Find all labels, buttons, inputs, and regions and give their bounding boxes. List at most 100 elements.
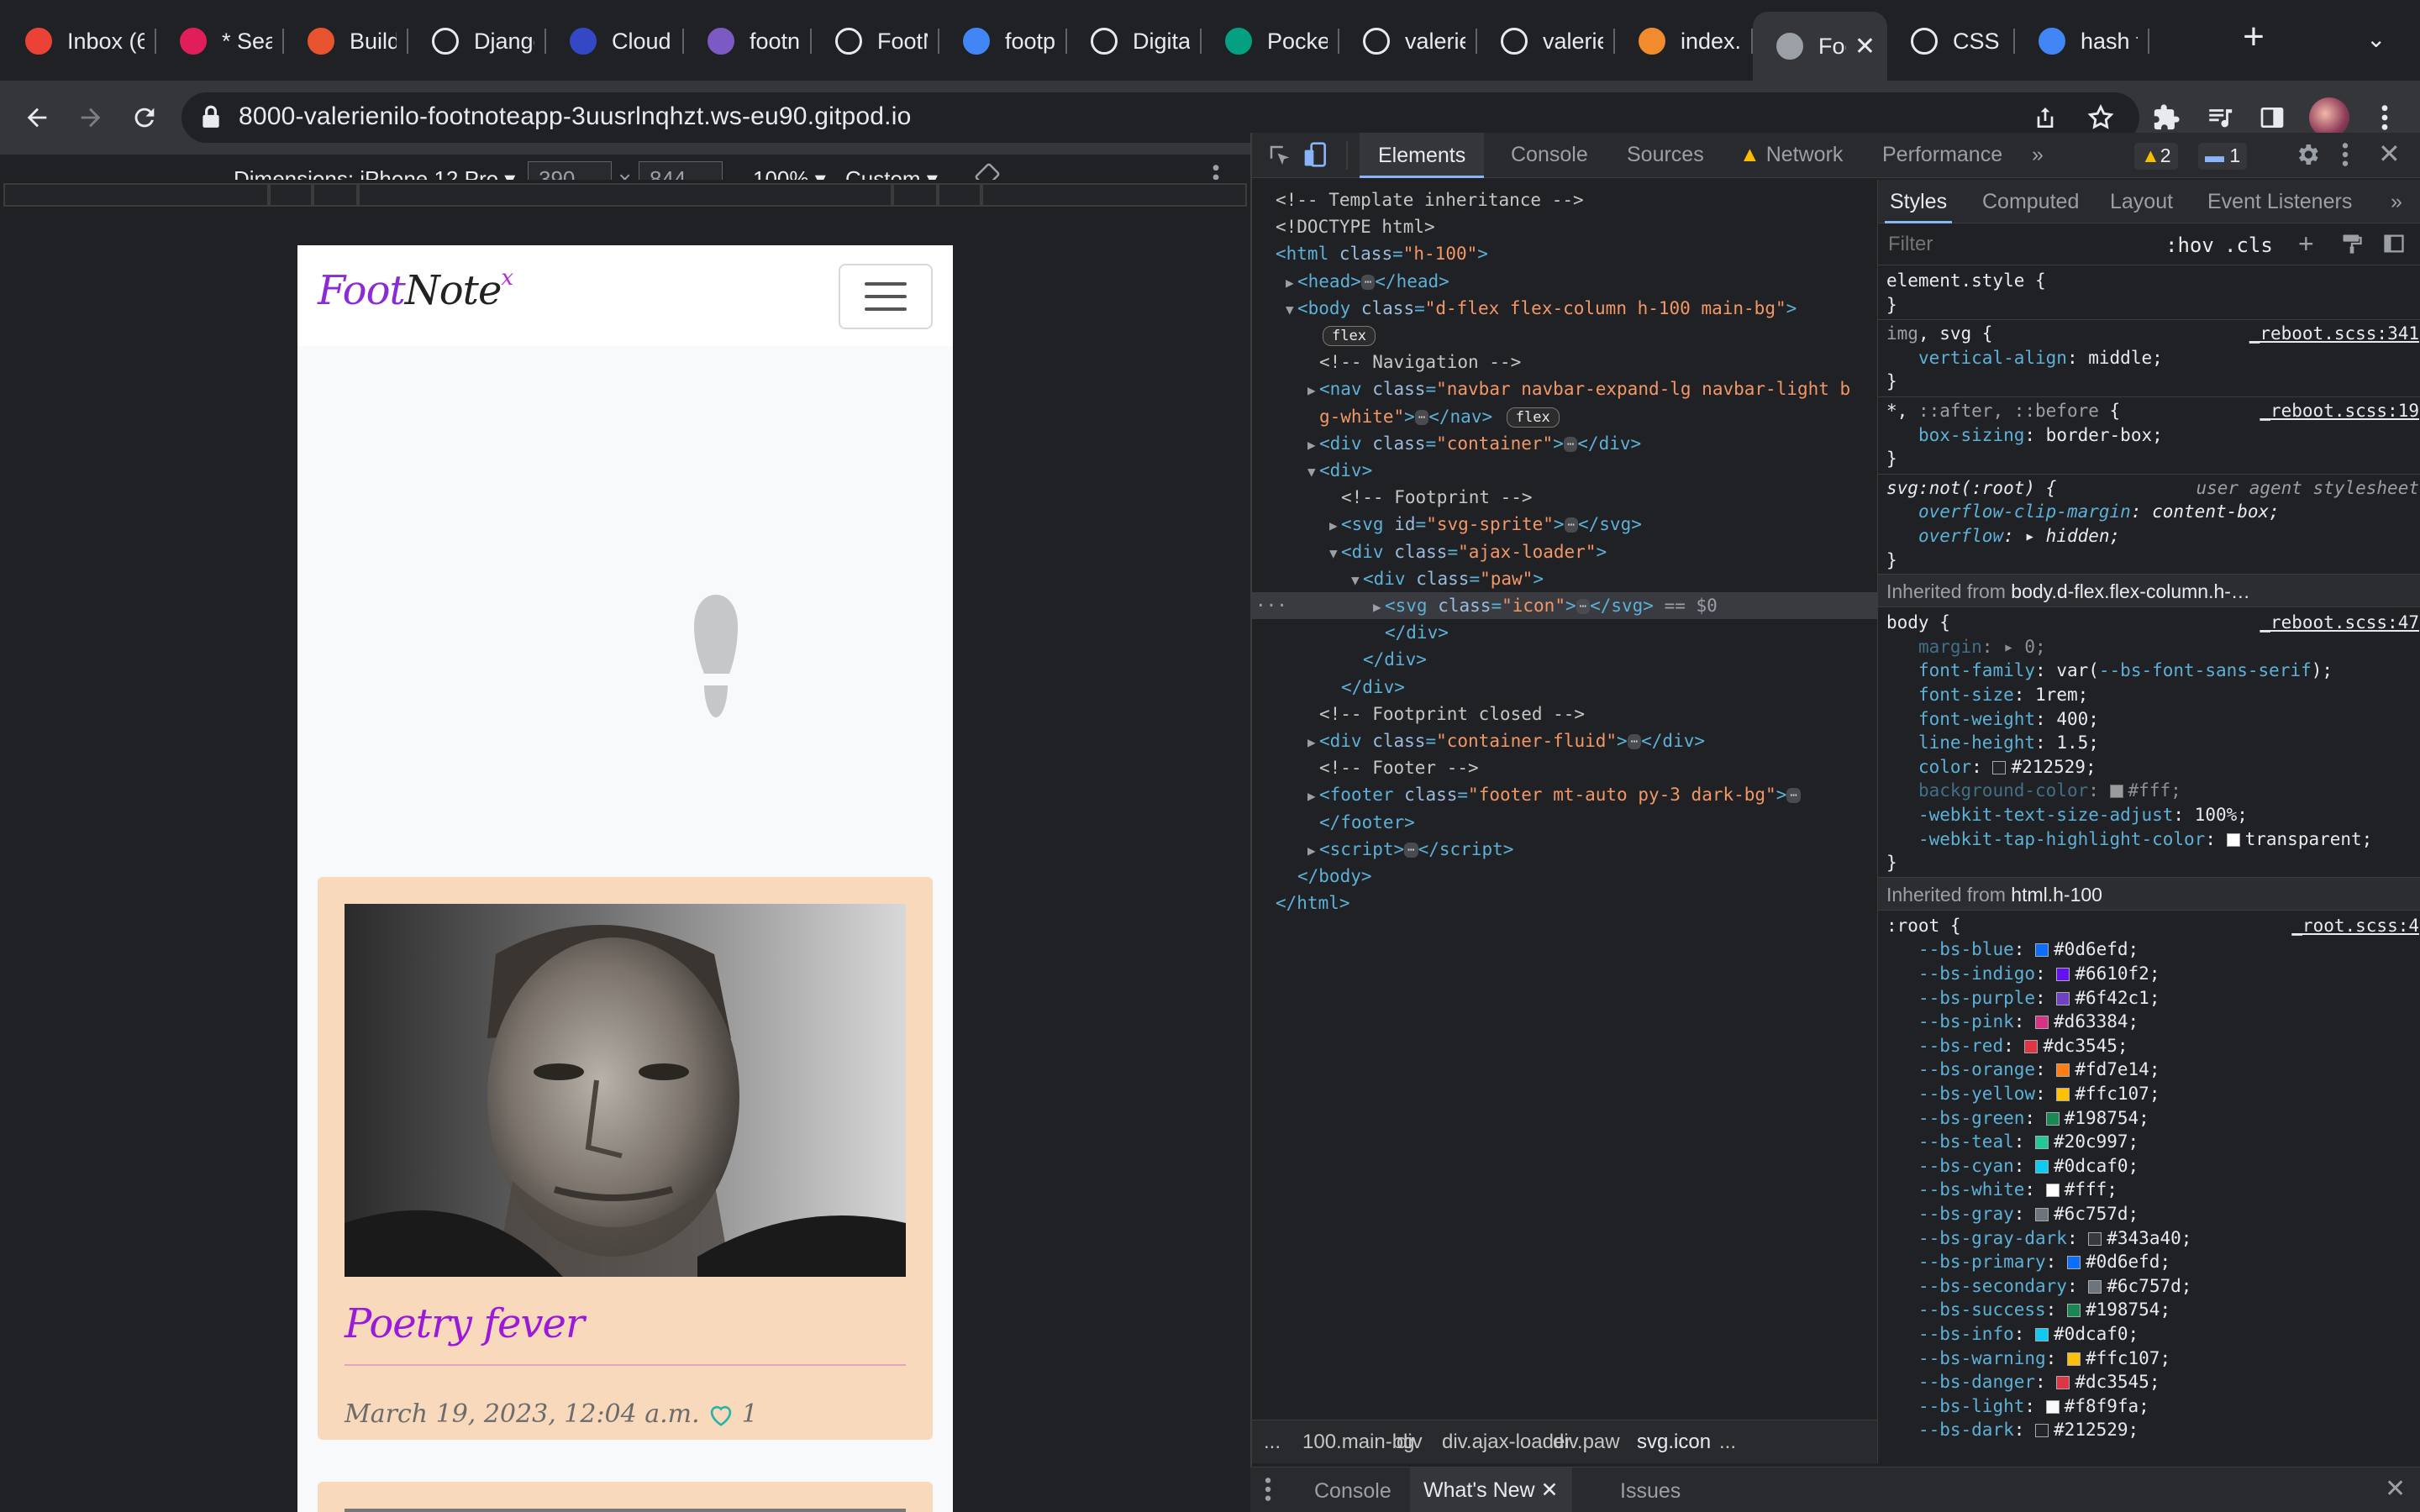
style-rule-line[interactable]: --bs-red: #dc3545; — [1878, 1034, 2420, 1058]
media-query-segment[interactable] — [269, 183, 313, 207]
heart-icon[interactable] — [707, 1402, 735, 1427]
bookmark-button[interactable] — [2082, 99, 2119, 136]
breadcrumb-item[interactable]: ... — [1719, 1431, 1736, 1454]
style-rule-line[interactable]: overflow: ▸ hidden; — [1878, 524, 2420, 548]
browser-tab[interactable]: valerien — [1339, 13, 1477, 69]
node-actions-icon[interactable]: ··· — [1255, 592, 1287, 619]
breadcrumb-item[interactable]: div.paw — [1553, 1431, 1620, 1454]
browser-tab[interactable]: Cloudin — [546, 13, 684, 69]
browser-tab[interactable]: valerien — [1477, 13, 1615, 69]
style-rule-line[interactable]: --bs-blue: #0d6efd; — [1878, 937, 2420, 961]
style-rule-line[interactable]: font-family: var(--bs-font-sans-serif); — [1878, 659, 2420, 682]
media-query-segment[interactable] — [892, 183, 938, 207]
hover-state-button[interactable]: :hov — [2165, 234, 2214, 257]
expand-triangle-icon[interactable]: ▶ — [1307, 783, 1319, 810]
share-button[interactable] — [2027, 99, 2064, 136]
inherited-selector[interactable]: html.h-100 — [2011, 884, 2102, 906]
browser-tab[interactable]: footnot — [684, 13, 812, 69]
close-tab-icon[interactable]: ✕ — [1541, 1478, 1559, 1502]
dom-node-line[interactable]: ▶ <head> ⋯ </head> — [1252, 268, 1877, 295]
side-panel-button[interactable] — [2254, 99, 2291, 136]
expand-triangle-icon[interactable]: ▼ — [1329, 540, 1341, 567]
dom-node-line[interactable]: ▼ <div> — [1252, 457, 1877, 484]
style-rule-line[interactable]: --bs-danger: #dc3545; — [1878, 1370, 2420, 1394]
dom-node-line[interactable]: </div> — [1252, 619, 1877, 646]
profile-avatar[interactable] — [2309, 97, 2349, 138]
tab-network[interactable]: ▲ Network — [1739, 143, 1843, 167]
style-rule-line[interactable]: --bs-primary: #0d6efd; — [1878, 1250, 2420, 1273]
dom-node-line[interactable]: <!-- Footprint --> — [1252, 484, 1877, 511]
dom-node-line[interactable]: <!-- Template inheritance --> — [1252, 186, 1877, 213]
style-rule-line[interactable]: --bs-orange: #fd7e14; — [1878, 1058, 2420, 1081]
style-rule-line[interactable]: -webkit-tap-highlight-color: transparent… — [1878, 827, 2420, 851]
browser-tab[interactable]: Digital — [1067, 13, 1202, 69]
expand-triangle-icon[interactable]: ▶ — [1373, 594, 1385, 621]
tab-event-listeners[interactable]: Event Listeners — [2207, 190, 2352, 214]
devtools-settings-button[interactable] — [2294, 141, 2321, 168]
style-rule-line[interactable]: --bs-info: #0dcaf0; — [1878, 1322, 2420, 1346]
drawer-tab-issues[interactable]: Issues — [1620, 1479, 1681, 1504]
style-rule-line[interactable]: body {_reboot.scss:47 — [1878, 611, 2420, 634]
app-brand-logo[interactable]: FootNotex — [318, 265, 513, 314]
media-query-segment[interactable] — [313, 183, 358, 207]
style-rule-line[interactable]: --bs-white: #fff; — [1878, 1178, 2420, 1201]
style-rule-line[interactable]: } — [1878, 447, 2420, 470]
chrome-menu-button[interactable] — [2366, 99, 2403, 136]
close-drawer-icon[interactable]: ✕ — [2385, 1474, 2406, 1504]
browser-tab[interactable]: index.h — [1615, 13, 1753, 69]
dom-node-line[interactable]: <!DOCTYPE html> — [1252, 213, 1877, 240]
dom-node-line[interactable]: ▼ <div class="ajax-loader"> — [1252, 538, 1877, 565]
devtools-customize-button[interactable] — [2341, 141, 2349, 168]
style-rule-line[interactable]: font-weight: 400; — [1878, 707, 2420, 731]
post-title[interactable]: Poetry fever — [345, 1300, 585, 1347]
dom-node-line[interactable]: g-white"> ⋯ </nav> flex — [1252, 403, 1877, 430]
styles-filter-input[interactable] — [1883, 230, 2144, 259]
style-rule-line[interactable]: img, svg {_reboot.scss:341 — [1878, 322, 2420, 345]
style-rule-line[interactable]: --bs-secondary: #6c757d; — [1878, 1274, 2420, 1298]
class-toggle-button[interactable]: .cls — [2224, 234, 2273, 257]
expand-triangle-icon[interactable]: ▶ — [1307, 432, 1319, 459]
drawer-menu-button[interactable] — [1264, 1476, 1272, 1503]
browser-tab[interactable]: Pocket — [1202, 13, 1339, 69]
expand-triangle-icon[interactable]: ▶ — [1286, 270, 1297, 297]
style-rule-line[interactable]: element.style { — [1878, 269, 2420, 292]
media-query-segment[interactable] — [981, 183, 1247, 207]
dom-node-line[interactable]: </body> — [1252, 863, 1877, 890]
dom-node-line[interactable]: ▼ <div class="paw"> — [1252, 565, 1877, 592]
style-rule-line[interactable]: vertical-align: middle; — [1878, 346, 2420, 370]
close-devtools-icon[interactable]: ✕ — [2378, 138, 2401, 170]
browser-tab[interactable]: Inbox (6 — [2, 13, 156, 69]
stylesheet-source-link[interactable]: _reboot.scss:19 — [2260, 399, 2419, 423]
more-tabs-chevron-icon[interactable]: » — [2391, 190, 2402, 214]
tab-styles[interactable]: Styles — [1885, 180, 1953, 223]
browser-tab[interactable]: CSS SV — [1887, 13, 2015, 69]
media-query-segment[interactable] — [938, 183, 981, 207]
dom-node-line[interactable]: <!-- Navigation --> — [1252, 349, 1877, 375]
dom-node-line[interactable]: ▶ <div class="container"> ⋯ </div> — [1252, 430, 1877, 457]
style-rule-line[interactable]: --bs-green: #198754; — [1878, 1106, 2420, 1130]
expand-triangle-icon[interactable]: ▶ — [1307, 729, 1319, 756]
dom-node-line[interactable]: ▶ <script> ⋯ </script> — [1252, 836, 1877, 863]
breadcrumb-item[interactable]: ... — [1264, 1431, 1281, 1454]
dom-node-line[interactable]: </div> — [1252, 674, 1877, 701]
style-rule-line[interactable]: *, ::after, ::before {_reboot.scss:19 — [1878, 399, 2420, 423]
style-rule-line[interactable]: --bs-dark: #212529; — [1878, 1418, 2420, 1441]
media-query-segment[interactable] — [3, 183, 269, 207]
browser-tab[interactable]: * Searc — [156, 13, 284, 69]
expand-triangle-icon[interactable]: ▼ — [1286, 297, 1297, 323]
style-rule-line[interactable]: } — [1878, 370, 2420, 393]
expand-triangle-icon[interactable]: ▼ — [1307, 459, 1319, 486]
dom-node-line[interactable]: ▶ <footer class="footer mt-auto py-3 dark… — [1252, 781, 1877, 808]
stylesheet-source-link[interactable]: _reboot.scss:47 — [2260, 611, 2419, 634]
tab-search-chevron-icon[interactable]: ⌄ — [2366, 25, 2386, 53]
toggle-device-toolbar-button[interactable] — [1302, 141, 1329, 168]
drawer-tab-console[interactable]: Console — [1314, 1479, 1392, 1504]
forward-button[interactable] — [72, 99, 109, 136]
browser-tab[interactable]: FootNo — [812, 13, 939, 69]
tab-computed[interactable]: Computed — [1982, 190, 2079, 214]
browser-tab[interactable]: Django — [408, 13, 546, 69]
dom-node-line[interactable]: </div> — [1252, 646, 1877, 673]
reload-button[interactable] — [126, 99, 163, 136]
expand-triangle-icon[interactable]: ▶ — [1307, 837, 1319, 864]
navbar-toggler-button[interactable] — [839, 264, 933, 329]
